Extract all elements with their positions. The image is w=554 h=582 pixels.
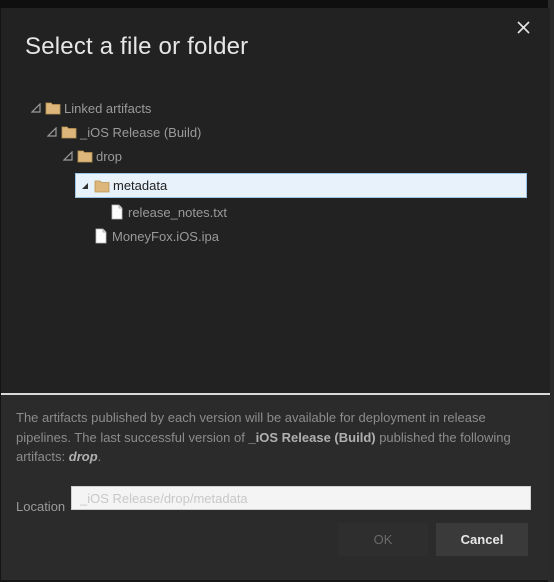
backdrop-topline bbox=[0, 0, 554, 8]
expanded-triangle-icon[interactable] bbox=[29, 101, 43, 115]
tree-node-release-notes[interactable]: release_notes.txt bbox=[109, 200, 227, 224]
info-artifact-name: drop bbox=[68, 449, 98, 464]
tree-node-label: _iOS Release (Build) bbox=[80, 124, 202, 140]
select-file-dialog: Select a file or folder Linked artifacts… bbox=[1, 8, 550, 580]
tree-node-label: release_notes.txt bbox=[128, 204, 228, 220]
tree-node-linked-artifacts[interactable]: Linked artifacts bbox=[29, 96, 151, 120]
location-label: Location bbox=[16, 499, 66, 514]
tree-node-ios-release-build[interactable]: _iOS Release (Build) bbox=[45, 120, 201, 144]
expanded-triangle-icon[interactable] bbox=[45, 125, 59, 139]
tree-node-label: drop bbox=[96, 148, 123, 164]
folder-icon bbox=[61, 124, 77, 140]
dialog-title: Select a file or folder bbox=[25, 33, 249, 60]
location-input[interactable] bbox=[71, 486, 531, 510]
tree-node-label: Linked artifacts bbox=[64, 100, 152, 116]
info-build-name: _iOS Release (Build) bbox=[248, 429, 376, 445]
folder-icon bbox=[94, 178, 110, 194]
dialog-footer: The artifacts published by each version … bbox=[1, 395, 550, 580]
folder-icon bbox=[45, 100, 61, 116]
file-icon bbox=[109, 204, 125, 220]
folder-icon bbox=[77, 148, 93, 164]
expanded-triangle-icon[interactable] bbox=[78, 179, 92, 193]
info-text: The artifacts published by each version … bbox=[16, 408, 521, 467]
ok-button[interactable]: OK bbox=[338, 523, 428, 556]
close-button[interactable] bbox=[512, 16, 536, 40]
close-icon bbox=[517, 21, 530, 34]
file-icon bbox=[93, 228, 109, 244]
tree-node-drop[interactable]: drop bbox=[61, 144, 122, 168]
info-text-part: . bbox=[97, 449, 102, 464]
tree-node-moneyfox-ipa[interactable]: MoneyFox.iOS.ipa bbox=[93, 224, 219, 248]
expanded-triangle-icon[interactable] bbox=[61, 149, 75, 163]
tree-node-label: metadata bbox=[113, 178, 168, 193]
cancel-button[interactable]: Cancel bbox=[436, 523, 528, 556]
tree-node-metadata[interactable]: metadata bbox=[75, 173, 527, 198]
tree-node-label: MoneyFox.iOS.ipa bbox=[112, 228, 219, 244]
